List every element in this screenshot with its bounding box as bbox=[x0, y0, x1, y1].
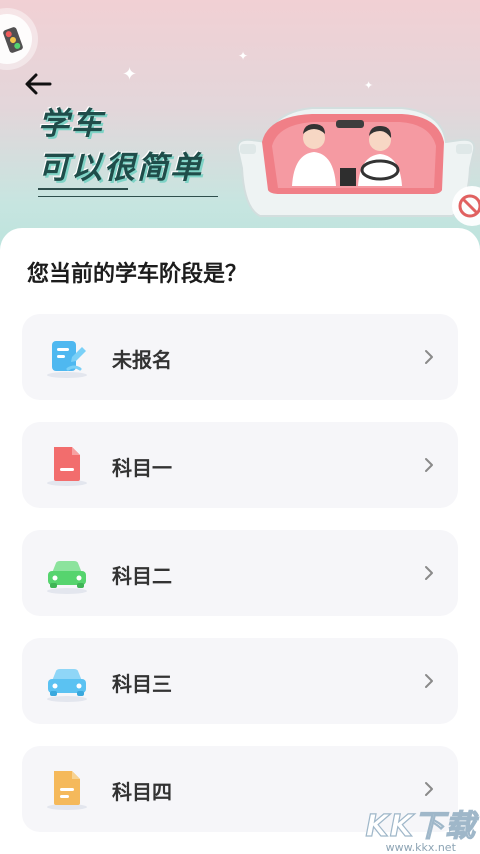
sparkle-icon: ✦ bbox=[238, 49, 249, 63]
hero-title-line2: 可以很简单 bbox=[38, 150, 203, 186]
option-subject-two[interactable]: 科目二 bbox=[22, 530, 458, 616]
chevron-right-icon bbox=[425, 782, 433, 796]
document-icon bbox=[44, 443, 90, 489]
sparkle-icon: ✦ bbox=[122, 64, 138, 85]
hero-underline bbox=[38, 196, 218, 197]
car-icon bbox=[44, 659, 90, 705]
sparkle-icon: ✦ bbox=[364, 79, 374, 92]
option-label: 科目二 bbox=[112, 564, 172, 588]
option-label: 未报名 bbox=[112, 348, 172, 372]
car-icon bbox=[44, 551, 90, 597]
option-label: 科目一 bbox=[112, 456, 172, 480]
option-label: 科目三 bbox=[112, 672, 172, 696]
no-entry-sign-icon bbox=[452, 186, 480, 226]
hero-underline bbox=[38, 188, 128, 190]
document-icon bbox=[44, 767, 90, 813]
option-not-registered[interactable]: 未报名 bbox=[22, 314, 458, 400]
back-button[interactable] bbox=[20, 66, 56, 102]
traffic-light-icon bbox=[0, 14, 32, 64]
chevron-right-icon bbox=[425, 458, 433, 472]
signup-form-icon bbox=[44, 335, 90, 381]
arrow-left-icon bbox=[25, 73, 52, 95]
option-subject-one[interactable]: 科目一 bbox=[22, 422, 458, 508]
car-illustration bbox=[232, 98, 480, 228]
option-subject-four[interactable]: 科目四 bbox=[22, 746, 458, 832]
option-subject-three[interactable]: 科目三 bbox=[22, 638, 458, 724]
hero-title-line1: 学车 bbox=[38, 106, 104, 142]
chevron-right-icon bbox=[425, 566, 433, 580]
chevron-right-icon bbox=[425, 350, 433, 364]
option-label: 科目四 bbox=[112, 780, 172, 804]
chevron-right-icon bbox=[425, 674, 433, 688]
question-title: 您当前的学车阶段是？ bbox=[27, 262, 248, 287]
